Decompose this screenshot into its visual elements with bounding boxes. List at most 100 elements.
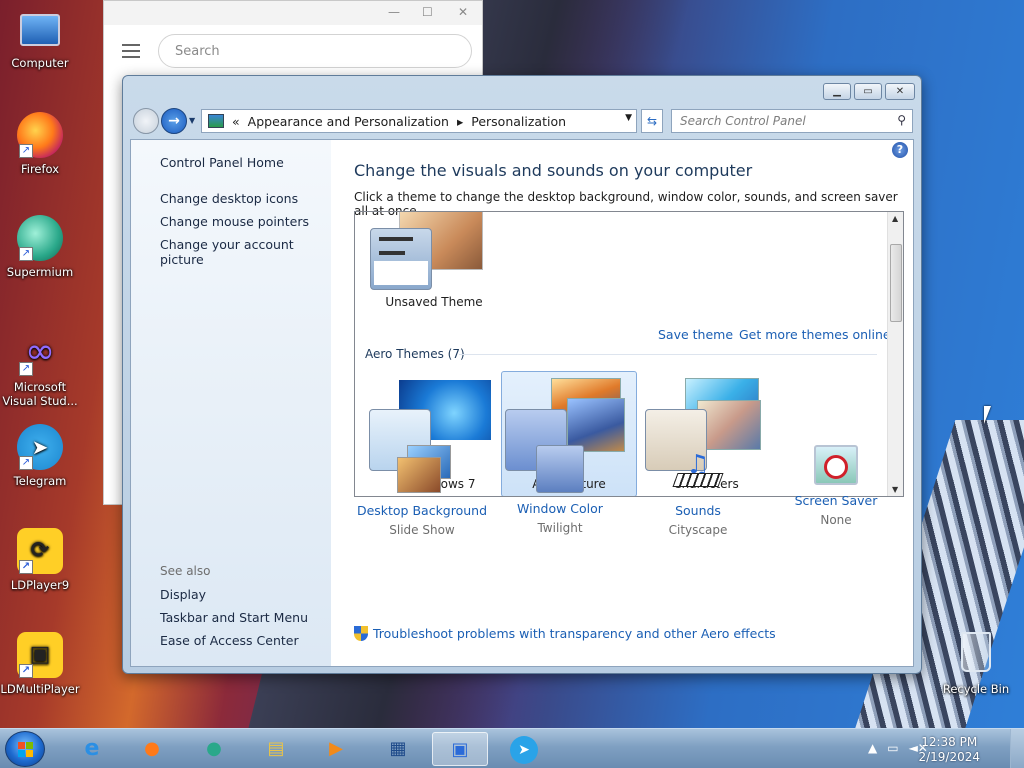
control-panel-home-link[interactable]: Control Panel Home	[160, 155, 284, 170]
minimize-button[interactable]: ▁	[823, 83, 851, 100]
theme-unsaved[interactable]: Unsaved Theme	[369, 212, 499, 310]
option-label[interactable]: Screen Saver	[761, 493, 911, 508]
maximize-icon[interactable]: ☐	[422, 5, 433, 19]
taskbar-telegram-icon[interactable]: ➤	[496, 732, 552, 766]
taskbar-start-menu-link[interactable]: Taskbar and Start Menu	[160, 610, 308, 625]
desktop-icon-telegram[interactable]: ➤ ↗ Telegram	[0, 424, 80, 488]
taskbar-documents-icon[interactable]: ▦	[370, 732, 426, 766]
desktop-icon-label: Supermium	[6, 265, 74, 279]
aero-themes-group-header: Aero Themes (7)	[365, 347, 465, 361]
window-color-option[interactable]: Window Color Twilight	[485, 445, 635, 535]
telegram-icon: ➤ ↗	[17, 424, 63, 470]
breadcrumb-personalization[interactable]: Personalization	[471, 114, 566, 129]
screen-saver-option[interactable]: Screen Saver None	[761, 445, 911, 527]
display-link[interactable]: Display	[160, 587, 206, 602]
ldplayer-icon: ⟳ ↗	[17, 528, 63, 574]
sounds-icon: ♫	[672, 445, 724, 495]
show-hidden-icons-icon[interactable]: ▲	[868, 741, 877, 755]
desktop-icon-label: Telegram	[13, 474, 67, 488]
breadcrumb-appearance[interactable]: Appearance and Personalization	[248, 114, 449, 129]
change-mouse-pointers-link[interactable]: Change mouse pointers	[160, 214, 309, 229]
shortcut-arrow-icon: ↗	[19, 144, 33, 158]
search-control-panel-input[interactable]: Search Control Panel ⚲	[671, 109, 913, 133]
scrollbar-thumb[interactable]	[890, 244, 902, 322]
taskbar-media-player-icon[interactable]: ▶	[308, 732, 364, 766]
change-desktop-icons-link[interactable]: Change desktop icons	[160, 191, 298, 206]
computer-icon	[20, 14, 60, 46]
show-desktop-button[interactable]	[1010, 729, 1024, 768]
option-value: Slide Show	[389, 523, 455, 537]
troubleshoot-label[interactable]: Troubleshoot problems with transparency …	[373, 626, 776, 641]
hamburger-menu-icon[interactable]	[122, 44, 140, 62]
recycle-bin-icon	[961, 632, 991, 672]
screen-saver-icon	[814, 445, 858, 485]
address-bar[interactable]: « Appearance and Personalization ▸ Perso…	[201, 109, 637, 133]
taskbar-supermium-icon[interactable]: ●	[186, 732, 242, 766]
clock-time: 12:38 PM	[921, 735, 978, 749]
ease-of-access-link[interactable]: Ease of Access Center	[160, 633, 299, 648]
sounds-option[interactable]: ♫ Sounds Cityscape	[623, 445, 773, 537]
shortcut-arrow-icon: ↗	[19, 664, 33, 678]
taskbar-file-explorer-icon[interactable]: ▤	[248, 732, 304, 766]
maximize-button[interactable]: ▭	[854, 83, 882, 100]
window-caption-buttons: ▁ ▭ ✕	[823, 83, 915, 100]
get-more-themes-link[interactable]: Get more themes online	[739, 327, 891, 342]
start-button[interactable]	[5, 731, 45, 767]
back-button[interactable]	[133, 108, 159, 134]
minimize-icon[interactable]: —	[388, 5, 400, 19]
desktop-icon-firefox[interactable]: ↗ Firefox	[0, 112, 80, 176]
network-icon[interactable]: ▭	[887, 741, 898, 755]
desktop-background-option[interactable]: Desktop Background Slide Show	[347, 445, 497, 537]
forward-button[interactable]: →	[161, 108, 187, 134]
visual-studio-icon: ∞ ↗	[17, 330, 63, 376]
option-label[interactable]: Sounds	[623, 503, 773, 518]
scroll-up-icon[interactable]: ▲	[892, 214, 898, 223]
option-label[interactable]: Window Color	[485, 501, 635, 516]
breadcrumb-separator-icon[interactable]: ▸	[457, 114, 463, 129]
help-icon[interactable]: ?	[892, 142, 908, 158]
clock-date: 2/19/2024	[918, 750, 980, 764]
shortcut-arrow-icon: ↗	[19, 247, 33, 261]
desktop-icon-supermium[interactable]: ↗ Supermium	[0, 215, 80, 279]
breadcrumb-prefix[interactable]: «	[232, 114, 240, 129]
recent-pages-dropdown-icon[interactable]: ▼	[189, 116, 195, 125]
desktop-icon-label: Firefox	[20, 162, 60, 176]
window-color-swatch	[370, 228, 432, 290]
shortcut-arrow-icon: ↗	[19, 456, 33, 470]
close-icon[interactable]: ✕	[458, 5, 468, 19]
shortcut-arrow-icon: ↗	[19, 362, 33, 376]
ldmultiplayer-icon: ▣ ↗	[17, 632, 63, 678]
troubleshoot-link[interactable]: Troubleshoot problems with transparency …	[354, 626, 776, 641]
supermium-icon: ↗	[17, 215, 63, 261]
mouse-cursor-icon	[984, 406, 998, 424]
refresh-button[interactable]: ⇆	[641, 109, 663, 133]
close-button[interactable]: ✕	[885, 83, 915, 100]
browser-titlebar: — ☐ ✕	[104, 1, 482, 25]
taskbar-internet-explorer-icon[interactable]: e	[64, 732, 120, 766]
desktop-icon-computer[interactable]: Computer	[0, 8, 80, 70]
search-placeholder: Search Control Panel	[680, 114, 806, 128]
search-icon[interactable]: ⚲	[897, 113, 906, 127]
taskbar-control-panel-icon[interactable]: ▣	[432, 732, 488, 766]
option-value: None	[820, 513, 852, 527]
desktop-icon-label: Recycle Bin	[942, 682, 1010, 696]
navigation-bar: → ▼ « Appearance and Personalization ▸ P…	[131, 107, 913, 135]
taskbar-firefox-icon[interactable]: ●	[124, 732, 180, 766]
save-theme-link[interactable]: Save theme	[658, 327, 733, 342]
option-label[interactable]: Desktop Background	[347, 503, 497, 518]
option-value: Cityscape	[668, 523, 728, 537]
change-account-picture-link[interactable]: Change your account picture	[160, 237, 331, 267]
address-dropdown-icon[interactable]: ▼	[625, 113, 632, 123]
desktop-icon-ldmultiplayer[interactable]: ▣ ↗ LDMultiPlayer	[0, 632, 80, 696]
window-content: Control Panel Home Change desktop icons …	[130, 139, 914, 667]
browser-search-input[interactable]: Search	[158, 34, 472, 68]
theme-thumbnail	[567, 398, 625, 452]
desktop-icon-recycle-bin[interactable]: Recycle Bin	[936, 632, 1016, 696]
page-title: Change the visuals and sounds on your co…	[354, 161, 753, 180]
desktop-background-icon	[397, 445, 451, 495]
clock[interactable]: 12:38 PM 2/19/2024	[918, 735, 980, 765]
personalization-main: ? Change the visuals and sounds on your …	[331, 140, 913, 666]
desktop-icon-ldplayer9[interactable]: ⟳ ↗ LDPlayer9	[0, 528, 80, 592]
desktop-icon-visual-studio[interactable]: ∞ ↗ Microsoft Visual Stud...	[0, 330, 80, 408]
desktop-icon-label: LDMultiPlayer	[0, 682, 80, 696]
